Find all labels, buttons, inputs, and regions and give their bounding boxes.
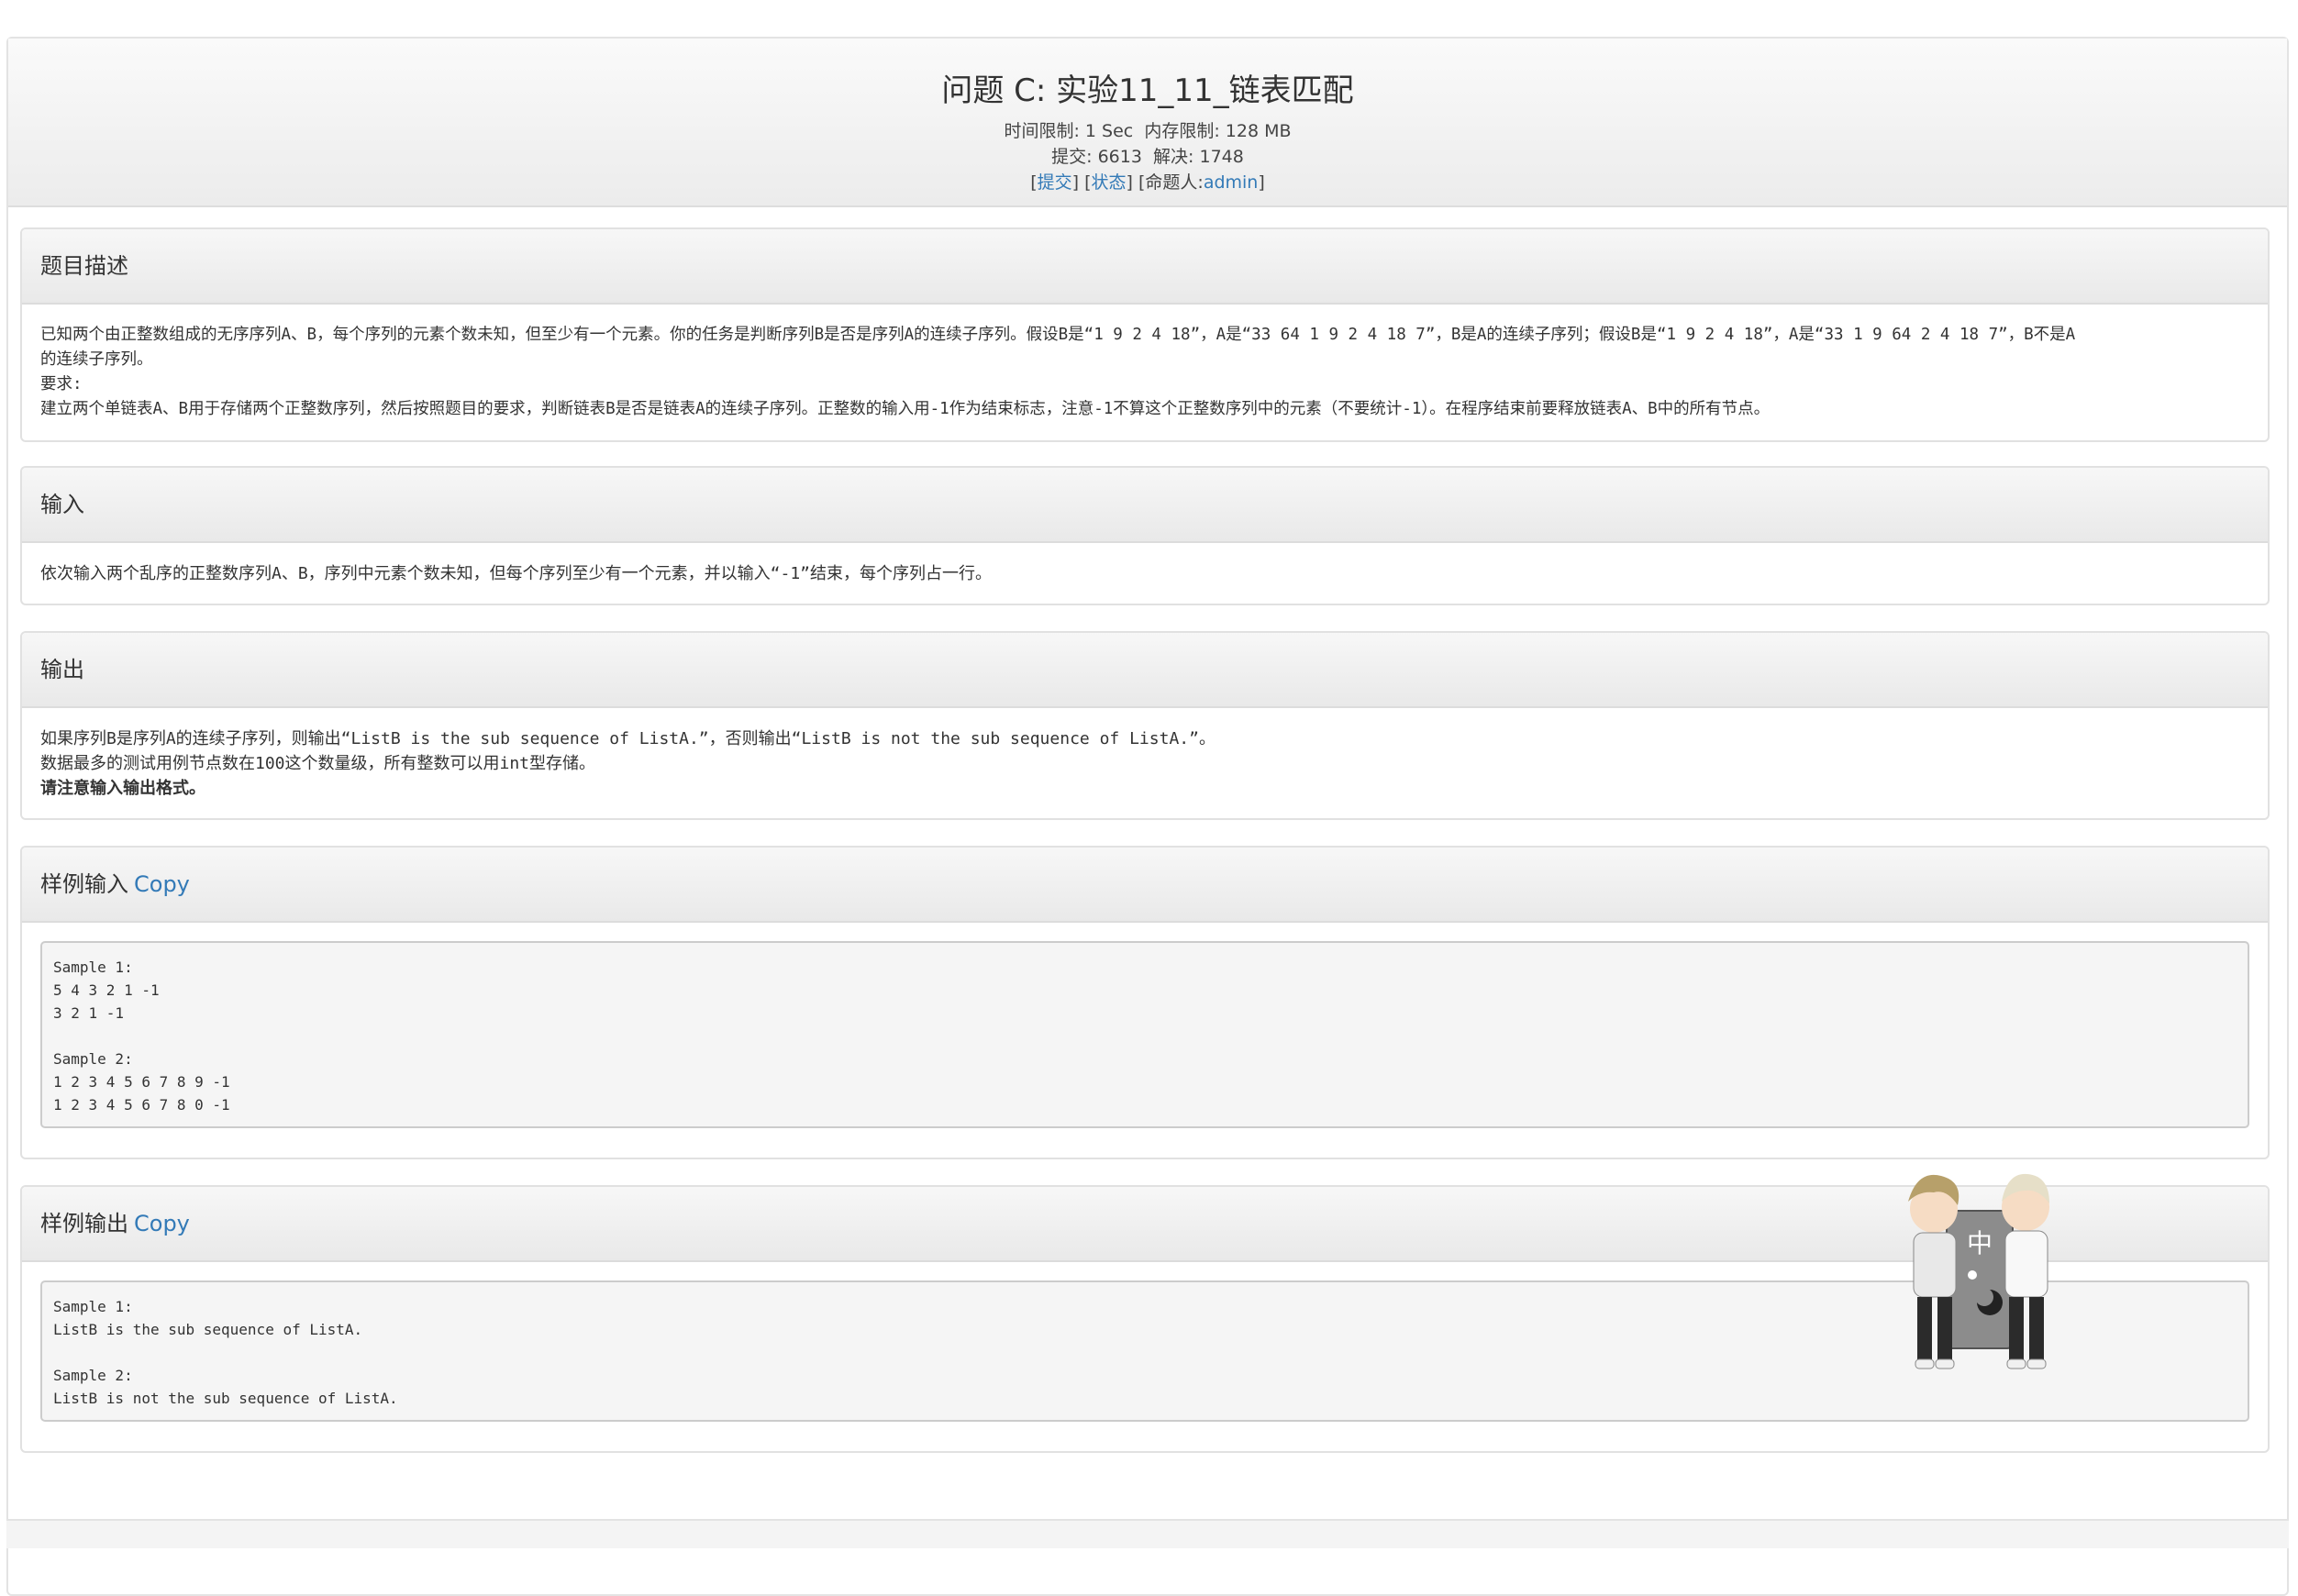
problem-header: 问题 C: 实验11_11_链表匹配 时间限制: 1 Sec 内存限制: 128…	[8, 39, 2287, 207]
memory-limit-label: 内存限制:	[1144, 121, 1220, 141]
format-note: 请注意输入输出格式。	[40, 779, 205, 798]
author-link[interactable]: admin	[1204, 172, 1259, 193]
submit-link[interactable]: 提交	[1038, 172, 1072, 193]
sample-input-code: Sample 1: 5 4 3 2 1 -1 3 2 1 -1 Sample 2…	[40, 941, 2249, 1128]
solved-value: 1748	[1199, 147, 1244, 167]
output-panel: 输出 如果序列B是序列A的连续子序列，则输出“ListB is the sub …	[20, 631, 2270, 820]
copy-sample-output-button[interactable]: Copy	[134, 1211, 190, 1236]
solved-label: 解决:	[1153, 147, 1194, 167]
mascot-sign-text: 中	[1967, 1228, 1993, 1258]
output-text: 如果序列B是序列A的连续子序列，则输出“ListB is the sub seq…	[40, 729, 1216, 748]
time-limit-label: 时间限制:	[1004, 121, 1080, 141]
action-links: [提交] [状态] [命题人:admin]	[1030, 172, 1265, 193]
input-heading: 输入	[22, 468, 2268, 543]
requirements-label: 要求:	[40, 375, 83, 393]
stats-line: 提交: 6613 解决: 1748	[8, 144, 2287, 170]
description-body: 已知两个由正整数组成的无序序列A、B，每个序列的元素个数未知，但至少有一个元素。…	[22, 305, 2268, 422]
description-heading: 题目描述	[22, 229, 2268, 305]
description-text: 已知两个由正整数组成的无序序列A、B，每个序列的元素个数未知，但至少有一个元素。…	[40, 326, 2076, 344]
footer-bar	[6, 1519, 2289, 1548]
description-text: 的连续子序列。	[40, 350, 153, 369]
output-body: 如果序列B是序列A的连续子序列，则输出“ListB is the sub seq…	[22, 708, 2268, 801]
sample-input-title: 样例输入	[40, 871, 128, 897]
input-panel: 输入 依次输入两个乱序的正整数序列A、B，序列中元素个数未知，但每个序列至少有一…	[20, 466, 2270, 605]
sample-input-panel: 样例输入 Copy Sample 1: 5 4 3 2 1 -1 3 2 1 -1…	[20, 846, 2270, 1159]
requirements-text: 建立两个单链表A、B用于存储两个正整数序列，然后按照题目的要求，判断链表B是否是…	[40, 400, 1771, 418]
output-heading: 输出	[22, 633, 2268, 708]
mascot-illustration: 中	[1908, 1173, 2049, 1369]
input-body: 依次输入两个乱序的正整数序列A、B，序列中元素个数未知，但每个序列至少有一个元素…	[22, 543, 2268, 586]
input-text: 依次输入两个乱序的正整数序列A、B，序列中元素个数未知，但每个序列至少有一个元素…	[40, 564, 993, 583]
author-label: 命题人:	[1145, 172, 1204, 193]
submit-count-value: 6613	[1097, 147, 1142, 167]
output-text: 数据最多的测试用例节点数在100这个数量级，所有整数可以用int型存储。	[40, 754, 596, 773]
page-title: 问题 C: 实验11_11_链表匹配	[941, 72, 1354, 109]
sample-input-heading: 样例输入 Copy	[22, 848, 2268, 923]
copy-sample-input-button[interactable]: Copy	[134, 871, 190, 897]
description-panel: 题目描述 已知两个由正整数组成的无序序列A、B，每个序列的元素个数未知，但至少有…	[20, 227, 2270, 442]
limits-line: 时间限制: 1 Sec 内存限制: 128 MB	[8, 118, 2287, 144]
time-limit-value: 1 Sec	[1084, 121, 1134, 141]
submit-count-label: 提交:	[1051, 147, 1093, 167]
sample-output-title: 样例输出	[40, 1211, 128, 1236]
status-link[interactable]: 状态	[1092, 172, 1127, 193]
memory-limit-value: 128 MB	[1225, 121, 1292, 141]
